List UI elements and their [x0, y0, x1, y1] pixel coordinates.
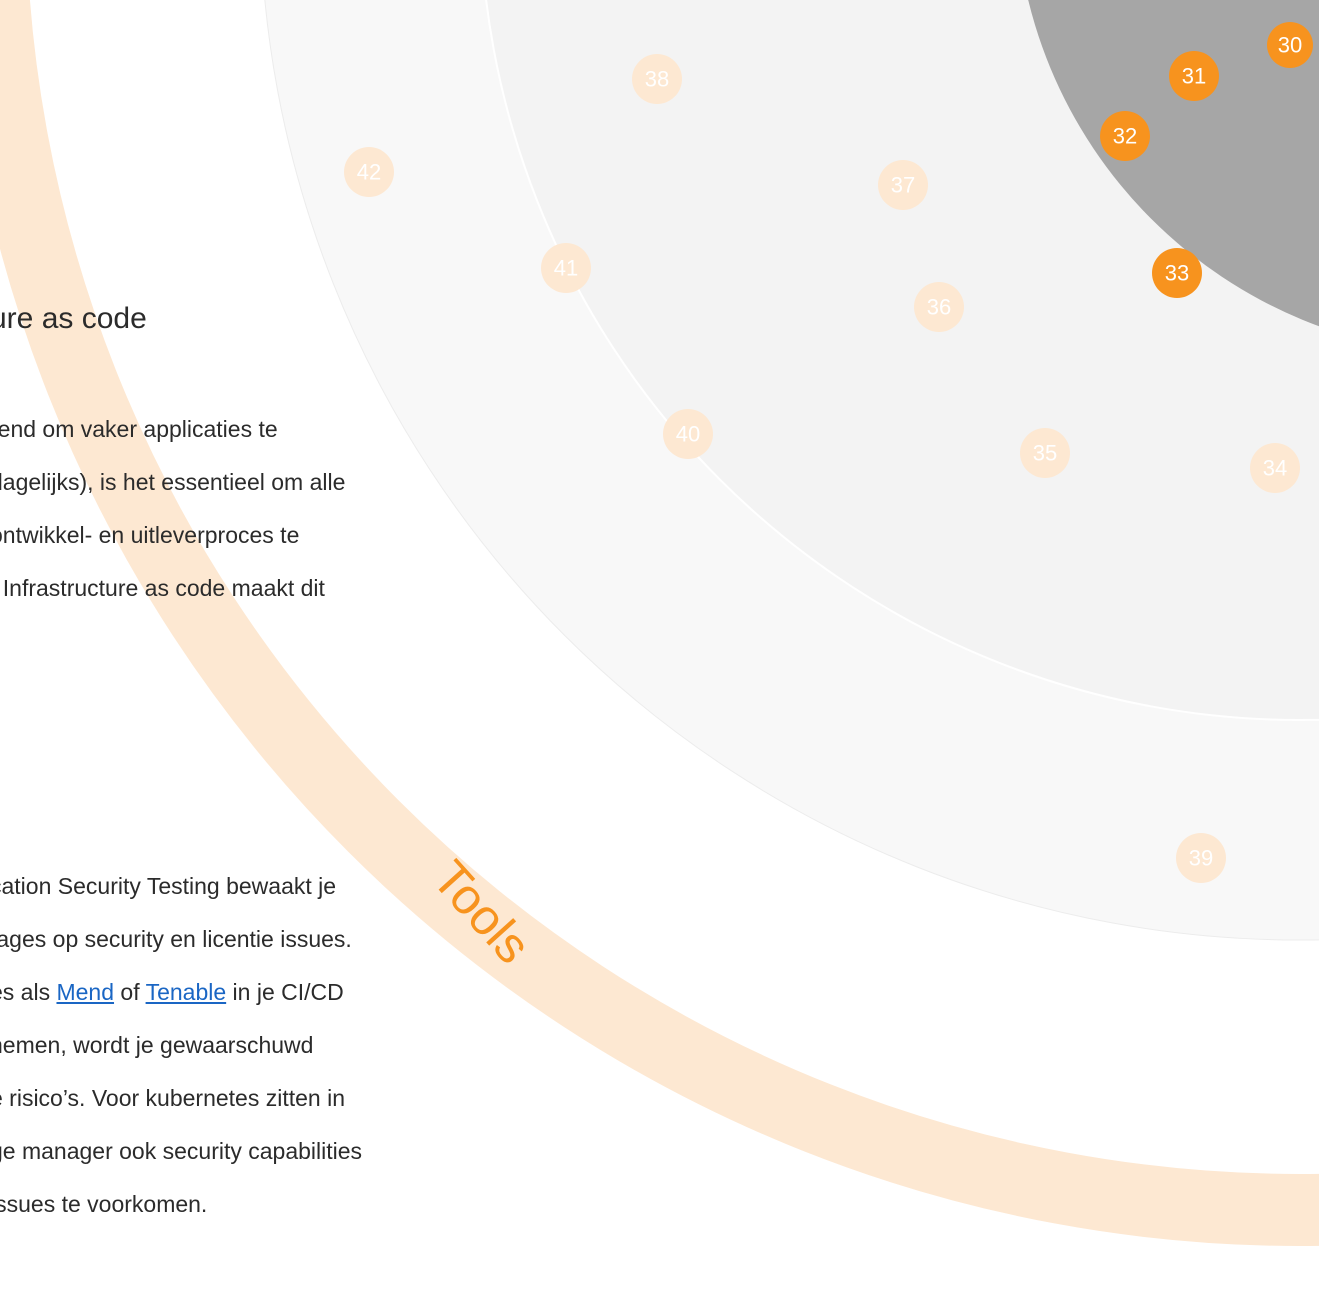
paragraph-line: dagelijks), is het essentieel om alle: [0, 469, 346, 495]
paragraph-security-testing: cation Security Testing bewaakt je tages…: [0, 860, 362, 1231]
paragraph-line: e risico’s. Voor kubernetes zitten in: [0, 1085, 345, 1111]
svg-text:40: 40: [676, 422, 700, 447]
paragraph-line: nemen, wordt je gewaarschuwd: [0, 1032, 314, 1058]
paragraph-line: cation Security Testing bewaakt je: [0, 873, 337, 899]
paragraph-line: rend om vaker applicaties te: [0, 416, 278, 442]
svg-text:38: 38: [645, 67, 669, 92]
blip-41[interactable]: 41: [541, 243, 591, 293]
paragraph-line: ge manager ook security capabilities: [0, 1138, 363, 1164]
text-fragment: es als: [0, 979, 51, 1005]
paragraph-line-with-links: es als Mend of Tenable in je CI/CD: [0, 966, 362, 1019]
svg-text:37: 37: [891, 173, 915, 198]
text-fragment: of: [114, 979, 146, 1005]
paragraph-line: . Infrastructure as code maakt dit: [0, 575, 325, 601]
svg-text:34: 34: [1263, 456, 1287, 481]
svg-text:30: 30: [1278, 33, 1302, 58]
blip-35[interactable]: 35: [1020, 428, 1070, 478]
svg-text:42: 42: [357, 160, 381, 185]
svg-text:39: 39: [1189, 846, 1213, 871]
svg-text:33: 33: [1165, 261, 1189, 286]
blip-38[interactable]: 38: [632, 54, 682, 104]
svg-text:31: 31: [1182, 64, 1206, 89]
blip-40[interactable]: 40: [663, 409, 713, 459]
blip-42[interactable]: 42: [344, 147, 394, 197]
svg-text:36: 36: [927, 295, 951, 320]
paragraph-line: ontwikkel- en uitleverproces te: [0, 522, 300, 548]
blip-37[interactable]: 37: [878, 160, 928, 210]
svg-text:41: 41: [554, 256, 578, 281]
blip-34[interactable]: 34: [1250, 443, 1300, 493]
mend-link[interactable]: Mend: [56, 979, 114, 1005]
blip-30[interactable]: 30: [1267, 22, 1313, 68]
paragraph-infrastructure: rend om vaker applicaties te dagelijks),…: [0, 403, 345, 615]
text-fragment: in je CI/CD: [226, 979, 344, 1005]
blip-33[interactable]: 33: [1152, 248, 1202, 298]
blip-36[interactable]: 36: [914, 282, 964, 332]
blip-31[interactable]: 31: [1169, 51, 1219, 101]
paragraph-line: tages op security en licentie issues.: [0, 926, 352, 952]
blip-32[interactable]: 32: [1100, 111, 1150, 161]
radar-section: Tools 34 35 36 37 38 39 40 41 42 30 31 3…: [0, 0, 1319, 1311]
blip-39[interactable]: 39: [1176, 833, 1226, 883]
section-title: ure as code: [0, 302, 147, 335]
svg-text:32: 32: [1113, 124, 1137, 149]
tenable-link[interactable]: Tenable: [146, 979, 227, 1005]
svg-text:35: 35: [1033, 441, 1057, 466]
paragraph-line: issues te voorkomen.: [0, 1191, 208, 1217]
